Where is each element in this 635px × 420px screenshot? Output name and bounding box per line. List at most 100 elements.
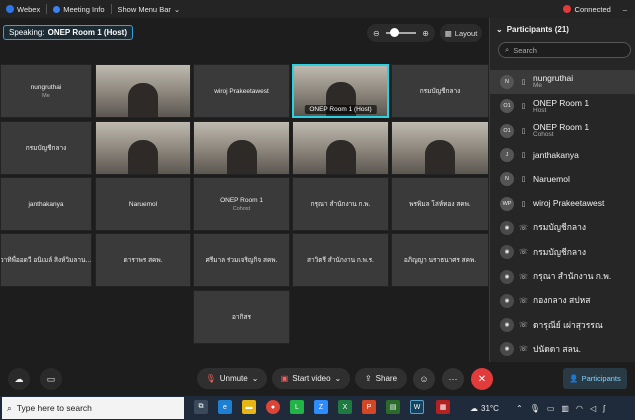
line-icon[interactable]: L (290, 400, 304, 414)
phone-audio-icon: ☏ (519, 249, 528, 257)
microphone-icon[interactable]: 🎙 (530, 404, 540, 413)
phone-audio-icon: ☏ (519, 322, 528, 330)
device-icon: ▯ (521, 103, 526, 111)
info-icon (53, 5, 61, 13)
participant-list: N ▯ nungruthai Me O1 ▯ ONEP Room 1 Host O1 ▯ ONEP … (490, 70, 635, 362)
more-options-icon[interactable]: ⋯ (442, 368, 464, 390)
video-tile-name: ดาราพร สคพ. (123, 257, 163, 264)
wifi-icon[interactable]: ◠ (576, 404, 583, 413)
edge-icon[interactable]: e (218, 400, 232, 414)
leave-meeting-button[interactable]: ✕ (471, 368, 493, 390)
participant-search-input[interactable]: ⌕ Search (498, 42, 631, 58)
webex-menu[interactable]: Webex (0, 0, 46, 18)
video-tile[interactable]: กรมบัญชีกลาง (391, 64, 489, 118)
task-view-icon[interactable]: ⧉ (194, 400, 208, 414)
participants-toggle-label: Participants (581, 374, 621, 383)
weather-tray[interactable]: ☁ 31°C (470, 396, 499, 420)
video-tile[interactable] (292, 121, 389, 175)
participant-row[interactable]: ◉ ☏ ปนัดดา สลน. (490, 337, 635, 361)
participant-search-placeholder: Search (513, 45, 537, 55)
participant-row[interactable]: ◉ ☏ กรมบัญชีกลาง (490, 240, 635, 264)
video-tile[interactable]: วาทิพื่ออดวี อนิเมล์ สิงห์วิมลานน... (0, 233, 92, 287)
monitor-icon[interactable]: ▭ (547, 404, 555, 413)
captions-icon[interactable]: ▭ (40, 368, 62, 390)
video-tile[interactable]: สาวิตรี สำนักงาน ก.พ.ร. (292, 233, 389, 287)
top-bar: Webex Meeting Info Show Menu Bar ⌄ Conne… (0, 0, 635, 18)
start-video-button[interactable]: ▣ Start video ⌄ (272, 368, 350, 389)
participant-name: กรมบัญชีกลาง (533, 222, 587, 233)
taskbar-search-input[interactable]: ⌕ Type here to search (2, 397, 184, 419)
participant-silhouette (325, 140, 356, 174)
participants-toggle-button[interactable]: 👤 Participants (563, 368, 627, 389)
user-icon: ◉ (500, 318, 514, 333)
show-menu-bar-button[interactable]: Show Menu Bar ⌄ (112, 0, 187, 18)
file-explorer-icon[interactable]: ▬ (242, 400, 256, 414)
video-tile[interactable] (95, 121, 191, 175)
participant-row[interactable]: J ▯ janthakanya (490, 143, 635, 167)
chrome-icon[interactable]: ● (266, 400, 280, 414)
participant-text: ONEP Room 1 Host (533, 98, 589, 115)
participant-row[interactable]: O1 ▯ ONEP Room 1 Cohost (490, 119, 635, 143)
video-tile-name: janthakanya (28, 200, 64, 208)
microphone-muted-icon: 🎙 (205, 374, 216, 383)
video-tile[interactable]: ONEP Room 1 Cohost (193, 177, 290, 231)
participants-panel-header[interactable]: ⌄ Participants (21) (490, 18, 635, 40)
video-tile[interactable]: อากิสร (193, 290, 290, 344)
network-icon[interactable]: ▥ (561, 404, 569, 413)
participant-row[interactable]: WP ▯ wiroj Prakeetawest (490, 191, 635, 215)
video-tile[interactable]: nungruthai Me (0, 64, 92, 118)
webex-taskbar-icon[interactable]: W (410, 400, 424, 414)
chevron-up-icon[interactable]: ⌃ (516, 404, 523, 413)
participant-row[interactable]: ◉ ☏ กองกลาง สปหส (490, 289, 635, 313)
speaking-indicator: Speaking: ONEP Room 1 (Host) (3, 25, 134, 40)
connection-status-label: Connected (574, 4, 611, 14)
user-icon: ◉ (500, 245, 514, 260)
zoom-out-icon[interactable]: ⊖ (373, 29, 380, 38)
participant-row[interactable]: ◉ ☏ ดารุณีย์ เผ่าสุวรรณ (490, 313, 635, 337)
zoom-slider-knob[interactable] (390, 28, 399, 37)
video-tile[interactable] (391, 121, 489, 175)
video-tile[interactable]: ONEP Room 1 (Host) (292, 64, 389, 118)
reactions-icon[interactable]: ☺ (413, 368, 435, 390)
participant-row[interactable]: O1 ▯ ONEP Room 1 Host (490, 94, 635, 118)
minimize-icon[interactable]: – (623, 5, 627, 14)
video-tile-name: กรุณา สำนักงาน ก.พ. (310, 201, 371, 208)
app-icon[interactable]: ▤ (386, 400, 400, 414)
participants-title: Participants (21) (506, 24, 569, 34)
meeting-info-button[interactable]: Meeting Info (47, 0, 110, 18)
app-icon[interactable]: ▦ (436, 400, 450, 414)
device-icon: ▯ (521, 200, 526, 208)
video-tile-name: พรพิมล โล่ห์ทอง สคพ. (409, 201, 471, 208)
language-icon[interactable]: ʃ (603, 404, 605, 413)
chevron-down-icon: ⌄ (334, 374, 342, 383)
video-tile[interactable]: wiroj Prakeetawest (193, 64, 290, 118)
unmute-button[interactable]: 🎙 Unmute ⌄ (197, 368, 267, 389)
video-tile[interactable] (95, 64, 191, 118)
video-tile[interactable]: กรุณา สำนักงาน ก.พ. (292, 177, 389, 231)
excel-icon[interactable]: X (338, 400, 352, 414)
device-icon: ▯ (521, 127, 526, 135)
video-tile[interactable]: janthakanya (0, 177, 92, 231)
video-tile[interactable] (193, 121, 290, 175)
participant-row[interactable]: ◉ ☏ กรุณา สำนักงาน ก.พ. (490, 264, 635, 288)
video-tile[interactable]: ศรีมาล ร่วมเจริญกิจ สคพ. (193, 233, 290, 287)
video-tile[interactable]: กรมบัญชีกลาง (0, 121, 92, 175)
participant-row[interactable]: ◉ ☏ กรมบัญชีกลาง (490, 216, 635, 240)
participant-row[interactable]: N ▯ nungruthai Me (490, 70, 635, 95)
participant-row[interactable]: N ▯ Naruemol (490, 167, 635, 191)
connection-status: Connected – (562, 0, 627, 18)
video-tile[interactable]: อภิญญา นราธนาศร สคพ. (391, 233, 489, 287)
share-button[interactable]: ⇪ Share (355, 368, 407, 389)
video-tile[interactable]: Naruemol (95, 177, 191, 231)
video-tile[interactable]: พรพิมล โล่ห์ทอง สคพ. (391, 177, 489, 231)
powerpoint-icon[interactable]: P (362, 400, 376, 414)
weather-widget-icon[interactable]: ☁ (8, 368, 30, 390)
zoom-in-icon[interactable]: ⊕ (422, 29, 429, 38)
zoom-icon[interactable]: Z (314, 400, 328, 414)
zoom-slider[interactable] (386, 28, 416, 37)
volume-icon[interactable]: ◁ (590, 404, 596, 413)
chevron-down-icon: ⌄ (251, 374, 259, 383)
layout-button[interactable]: ▦ Layout (440, 24, 482, 42)
participant-silhouette (128, 140, 158, 174)
video-tile[interactable]: ดาราพร สคพ. (95, 233, 191, 287)
